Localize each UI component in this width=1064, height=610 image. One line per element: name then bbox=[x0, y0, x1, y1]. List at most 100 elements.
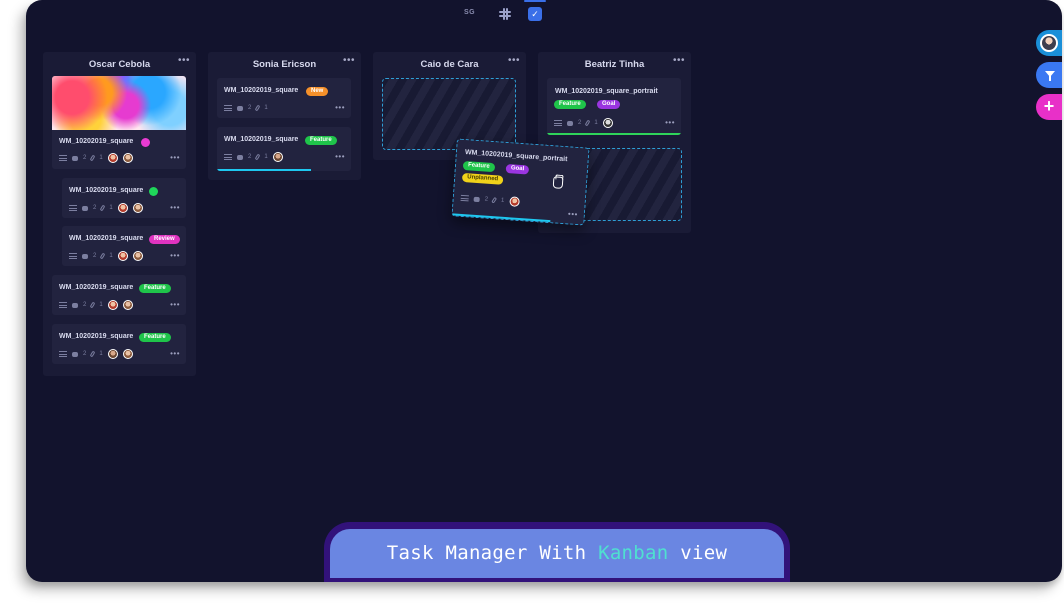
assignee-avatar[interactable] bbox=[122, 153, 133, 163]
description-icon bbox=[59, 351, 67, 357]
tag-feature[interactable]: Feature bbox=[305, 136, 337, 145]
assignee-avatar[interactable] bbox=[117, 251, 128, 261]
add-button[interactable]: + bbox=[1036, 94, 1062, 120]
dragged-task-card[interactable]: WM_10202019_square_portrait Feature Goal… bbox=[451, 138, 590, 226]
caption-text: Task Manager With Kanban view bbox=[330, 529, 784, 578]
tag-goal[interactable]: Goal bbox=[597, 100, 621, 109]
card-meta: 2 1 bbox=[69, 203, 143, 213]
description-icon bbox=[224, 154, 232, 160]
progress-bar bbox=[547, 133, 681, 135]
card-menu-button[interactable]: ••• bbox=[170, 153, 180, 162]
tag-unplanned[interactable]: Unplanned bbox=[461, 172, 504, 185]
card-menu-button[interactable]: ••• bbox=[335, 152, 345, 161]
column-menu-button[interactable]: ••• bbox=[508, 55, 520, 66]
card-menu-button[interactable]: ••• bbox=[170, 251, 180, 260]
status-dot bbox=[149, 187, 158, 196]
card-menu-button[interactable]: ••• bbox=[170, 300, 180, 309]
workspace-badge[interactable]: SG bbox=[464, 9, 475, 16]
assignee-avatar[interactable] bbox=[117, 203, 128, 213]
assignee-avatar[interactable] bbox=[272, 152, 283, 162]
description-icon bbox=[460, 194, 469, 202]
column-oscar-cebola: Oscar Cebola ••• WM_10202019_square 2 1 … bbox=[43, 52, 196, 376]
task-card[interactable]: WM_10202019_square Review 2 1 ••• bbox=[62, 226, 186, 266]
drop-zone[interactable] bbox=[578, 148, 682, 221]
column-menu-button[interactable]: ••• bbox=[178, 55, 190, 66]
tag-feature[interactable]: Feature bbox=[462, 160, 495, 173]
assignee-avatar[interactable] bbox=[122, 300, 133, 310]
card-menu-button[interactable]: ••• bbox=[170, 349, 180, 358]
app-logo-icon[interactable]: ✓ bbox=[528, 7, 542, 21]
card-menu-button[interactable]: ••• bbox=[568, 209, 579, 219]
comment-count: 2 bbox=[248, 154, 252, 160]
assignee-avatar[interactable] bbox=[122, 349, 133, 359]
status-dot bbox=[141, 138, 150, 147]
attachment-count: 1 bbox=[109, 253, 113, 259]
attachment-count: 1 bbox=[99, 351, 103, 357]
tag-feature[interactable]: Feature bbox=[139, 284, 171, 293]
assignee-avatar[interactable] bbox=[107, 349, 118, 359]
filter-button[interactable] bbox=[1036, 62, 1062, 88]
comment-icon bbox=[72, 155, 78, 161]
comment-count: 2 bbox=[83, 155, 87, 161]
column-title: Beatriz Tinha bbox=[584, 59, 645, 70]
tag-review[interactable]: Review bbox=[149, 235, 180, 244]
filter-icon bbox=[1045, 71, 1055, 81]
app-window: SG ✓ + Oscar Cebola ••• WM_10202019_squa… bbox=[26, 0, 1062, 582]
comment-icon bbox=[473, 196, 480, 202]
card-meta: 2 1 bbox=[224, 103, 268, 113]
assignee-avatar[interactable] bbox=[107, 300, 118, 310]
column-menu-button[interactable]: ••• bbox=[343, 55, 355, 66]
slack-icon[interactable] bbox=[498, 7, 512, 21]
description-icon bbox=[554, 120, 562, 126]
card-title: WM_10202019_square bbox=[224, 87, 299, 94]
column-menu-button[interactable]: ••• bbox=[673, 55, 685, 66]
drop-zone[interactable] bbox=[382, 78, 516, 150]
user-avatar-button[interactable] bbox=[1036, 30, 1062, 56]
comment-count: 2 bbox=[93, 253, 97, 259]
comment-count: 2 bbox=[578, 120, 582, 126]
assignee-avatar[interactable] bbox=[508, 196, 520, 207]
caption-banner: Task Manager With Kanban view bbox=[324, 522, 790, 582]
card-meta: 2 1 bbox=[59, 349, 133, 359]
description-icon bbox=[59, 155, 67, 161]
comment-count: 2 bbox=[484, 196, 489, 203]
assignee-avatar[interactable] bbox=[132, 251, 143, 261]
card-menu-button[interactable]: ••• bbox=[335, 103, 345, 112]
attachment-count: 1 bbox=[109, 205, 113, 211]
comment-icon bbox=[237, 154, 243, 160]
comment-icon bbox=[237, 105, 243, 111]
task-card[interactable]: WM_10202019_square_portrait Feature Goal… bbox=[547, 78, 681, 135]
tag-new[interactable]: New bbox=[306, 87, 329, 96]
card-title: WM_10202019_square bbox=[59, 138, 134, 145]
assignee-avatar[interactable] bbox=[132, 203, 143, 213]
tag-feature[interactable]: Feature bbox=[554, 100, 586, 109]
active-tab-indicator bbox=[524, 0, 546, 2]
task-card[interactable]: WM_10202019_square Feature 2 1 ••• bbox=[52, 324, 186, 364]
tag-goal[interactable]: Goal bbox=[505, 163, 530, 175]
assignee-avatar[interactable] bbox=[107, 153, 118, 163]
card-meta: 2 1 bbox=[554, 118, 613, 128]
attachment-icon bbox=[100, 252, 106, 260]
task-card[interactable]: WM_10202019_square Feature 2 1 ••• bbox=[52, 275, 186, 315]
attachment-icon bbox=[255, 153, 261, 161]
tag-feature[interactable]: Feature bbox=[139, 333, 171, 342]
description-icon bbox=[59, 302, 67, 308]
comment-count: 2 bbox=[93, 205, 97, 211]
card-title: WM_10202019_square bbox=[69, 187, 144, 194]
attachment-icon bbox=[585, 119, 591, 127]
card-menu-button[interactable]: ••• bbox=[665, 118, 675, 127]
attachment-icon bbox=[255, 104, 261, 112]
card-title: WM_10202019_square bbox=[69, 235, 144, 242]
comment-icon bbox=[72, 351, 78, 357]
task-card[interactable]: WM_10202019_square 2 1 ••• bbox=[62, 178, 186, 218]
description-icon bbox=[69, 253, 77, 259]
task-card[interactable]: WM_10202019_square Feature 2 1 ••• bbox=[217, 127, 351, 171]
assignee-avatar[interactable] bbox=[602, 118, 613, 128]
attachment-icon bbox=[100, 204, 106, 212]
task-card[interactable]: WM_10202019_square 2 1 ••• bbox=[52, 76, 186, 169]
column-title: Caio de Cara bbox=[420, 59, 479, 70]
card-menu-button[interactable]: ••• bbox=[170, 203, 180, 212]
comment-icon bbox=[82, 253, 88, 259]
comment-count: 2 bbox=[83, 351, 87, 357]
task-card[interactable]: WM_10202019_square New 2 1 ••• bbox=[217, 78, 351, 118]
